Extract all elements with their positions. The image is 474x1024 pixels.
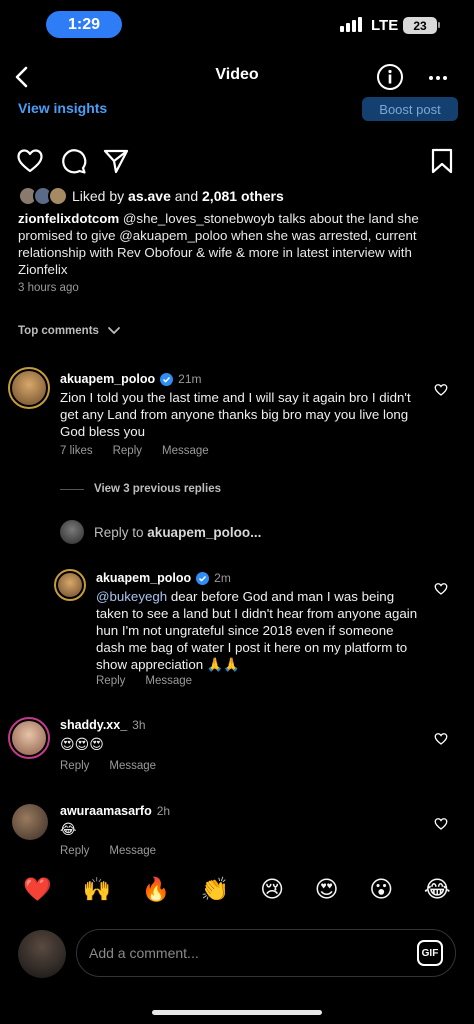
like-comment-icon[interactable] — [434, 732, 448, 746]
comment-actions: Reply Message — [60, 760, 156, 772]
post-timestamp: 3 hours ago — [18, 282, 79, 294]
post-caption: zionfelixdotcom @she_loves_stonebwoyb ta… — [18, 210, 458, 278]
comment-time: 21m — [178, 372, 202, 386]
comment-username[interactable]: awuraamasarfo — [60, 804, 152, 818]
battery-tip — [438, 22, 440, 28]
liked-by-prefix: Liked by — [72, 188, 125, 204]
reply-to-label: Reply to — [94, 525, 144, 540]
caption-username[interactable]: zionfelixdotcom — [18, 211, 119, 226]
liked-by-count[interactable]: 2,081 others — [202, 188, 284, 204]
bookmark-icon[interactable] — [428, 147, 456, 175]
reply-username[interactable]: akuapem_poloo — [96, 571, 191, 585]
reply-button[interactable]: Reply — [96, 675, 125, 687]
comment-icon[interactable] — [59, 147, 87, 175]
liked-by-and: and — [174, 188, 199, 204]
view-previous-replies[interactable]: View 3 previous replies — [94, 483, 221, 495]
message-button[interactable]: Message — [109, 845, 156, 857]
reply-to-prompt[interactable]: Reply to akuapem_poloo... — [94, 525, 261, 540]
avatar[interactable] — [54, 569, 86, 601]
top-comments-sort[interactable]: Top comments — [18, 325, 121, 337]
like-comment-icon[interactable] — [434, 582, 448, 596]
comment-likes[interactable]: 7 likes — [60, 445, 93, 457]
avatar[interactable] — [8, 717, 50, 759]
reply-button[interactable]: Reply — [113, 445, 142, 457]
comment-username[interactable]: shaddy.xx_ — [60, 718, 127, 732]
comment-text: 😍😍😍 — [60, 736, 104, 752]
comment-header: awuraamasarfo 2h — [60, 804, 170, 818]
view-insights-link[interactable]: View insights — [18, 100, 107, 116]
top-comments-label: Top comments — [18, 325, 99, 337]
likes-summary[interactable]: Liked by as.ave and 2,081 others — [18, 186, 284, 206]
avatar — [18, 930, 66, 978]
comment-text: 😂 — [60, 821, 77, 837]
comment-actions: 7 likes Reply Message — [60, 445, 209, 457]
share-icon[interactable] — [102, 147, 130, 175]
reply-mention[interactable]: @bukeyegh — [96, 589, 167, 604]
emoji-raised-hands[interactable]: 🙌 — [82, 876, 111, 903]
avatar[interactable] — [8, 367, 50, 409]
avatar — [60, 520, 84, 544]
boost-post-button[interactable]: Boost post — [362, 97, 458, 121]
status-time: 1:29 — [46, 11, 122, 38]
liked-by-user[interactable]: as.ave — [128, 188, 171, 204]
reply-to-username: akuapem_poloo... — [147, 525, 262, 540]
verified-icon — [160, 372, 174, 386]
comment-header: shaddy.xx_ 3h — [60, 718, 146, 732]
heart-icon[interactable] — [16, 147, 44, 175]
comment-input[interactable] — [89, 945, 389, 961]
comment-username[interactable]: akuapem_poloo — [60, 372, 155, 386]
verified-icon — [196, 571, 210, 585]
comment-time: 2h — [156, 804, 171, 818]
message-button[interactable]: Message — [109, 760, 156, 772]
emoji-heart[interactable]: ❤️ — [23, 876, 52, 903]
emoji-cry[interactable]: 😢 — [260, 876, 284, 903]
emoji-surprised[interactable]: 😮 — [369, 876, 393, 903]
like-comment-icon[interactable] — [434, 383, 448, 397]
reply-text: @bukeyegh dear before God and man I was … — [96, 588, 420, 673]
message-button[interactable]: Message — [162, 445, 209, 457]
comment-text: Zion I told you the last time and I will… — [60, 390, 411, 439]
info-icon[interactable] — [376, 63, 404, 91]
emoji-quick-bar: ❤️ 🙌 🔥 👏 😢 😍 😮 😂 — [0, 876, 474, 903]
battery-icon: 23 — [403, 17, 437, 34]
reply-button[interactable]: Reply — [60, 760, 89, 772]
emoji-heart-eyes[interactable]: 😍 — [315, 876, 339, 903]
emoji-laugh[interactable]: 😂 — [424, 876, 451, 903]
emoji-fire[interactable]: 🔥 — [142, 876, 171, 903]
signal-icon — [340, 16, 362, 32]
like-comment-icon[interactable] — [434, 817, 448, 831]
network-label: LTE — [371, 17, 399, 34]
avatar — [48, 186, 68, 206]
emoji-clap[interactable]: 👏 — [201, 876, 230, 903]
liker-avatars — [18, 186, 70, 206]
home-indicator[interactable] — [152, 1010, 322, 1015]
avatar[interactable] — [12, 804, 48, 840]
message-button[interactable]: Message — [145, 675, 192, 687]
comment-time: 3h — [132, 718, 146, 732]
reply-actions: Reply Message — [96, 675, 192, 687]
comment-input-container: GIF — [76, 929, 456, 977]
comment-header: akuapem_poloo 21m — [60, 372, 202, 386]
gif-button[interactable]: GIF — [417, 940, 443, 966]
chevron-down-icon — [108, 327, 120, 335]
more-icon[interactable] — [426, 66, 450, 90]
comment-actions: Reply Message — [60, 845, 156, 857]
reply-header: akuapem_poloo 2m — [96, 571, 231, 585]
reply-button[interactable]: Reply — [60, 845, 89, 857]
divider — [60, 489, 84, 490]
reply-time: 2m — [214, 571, 231, 585]
